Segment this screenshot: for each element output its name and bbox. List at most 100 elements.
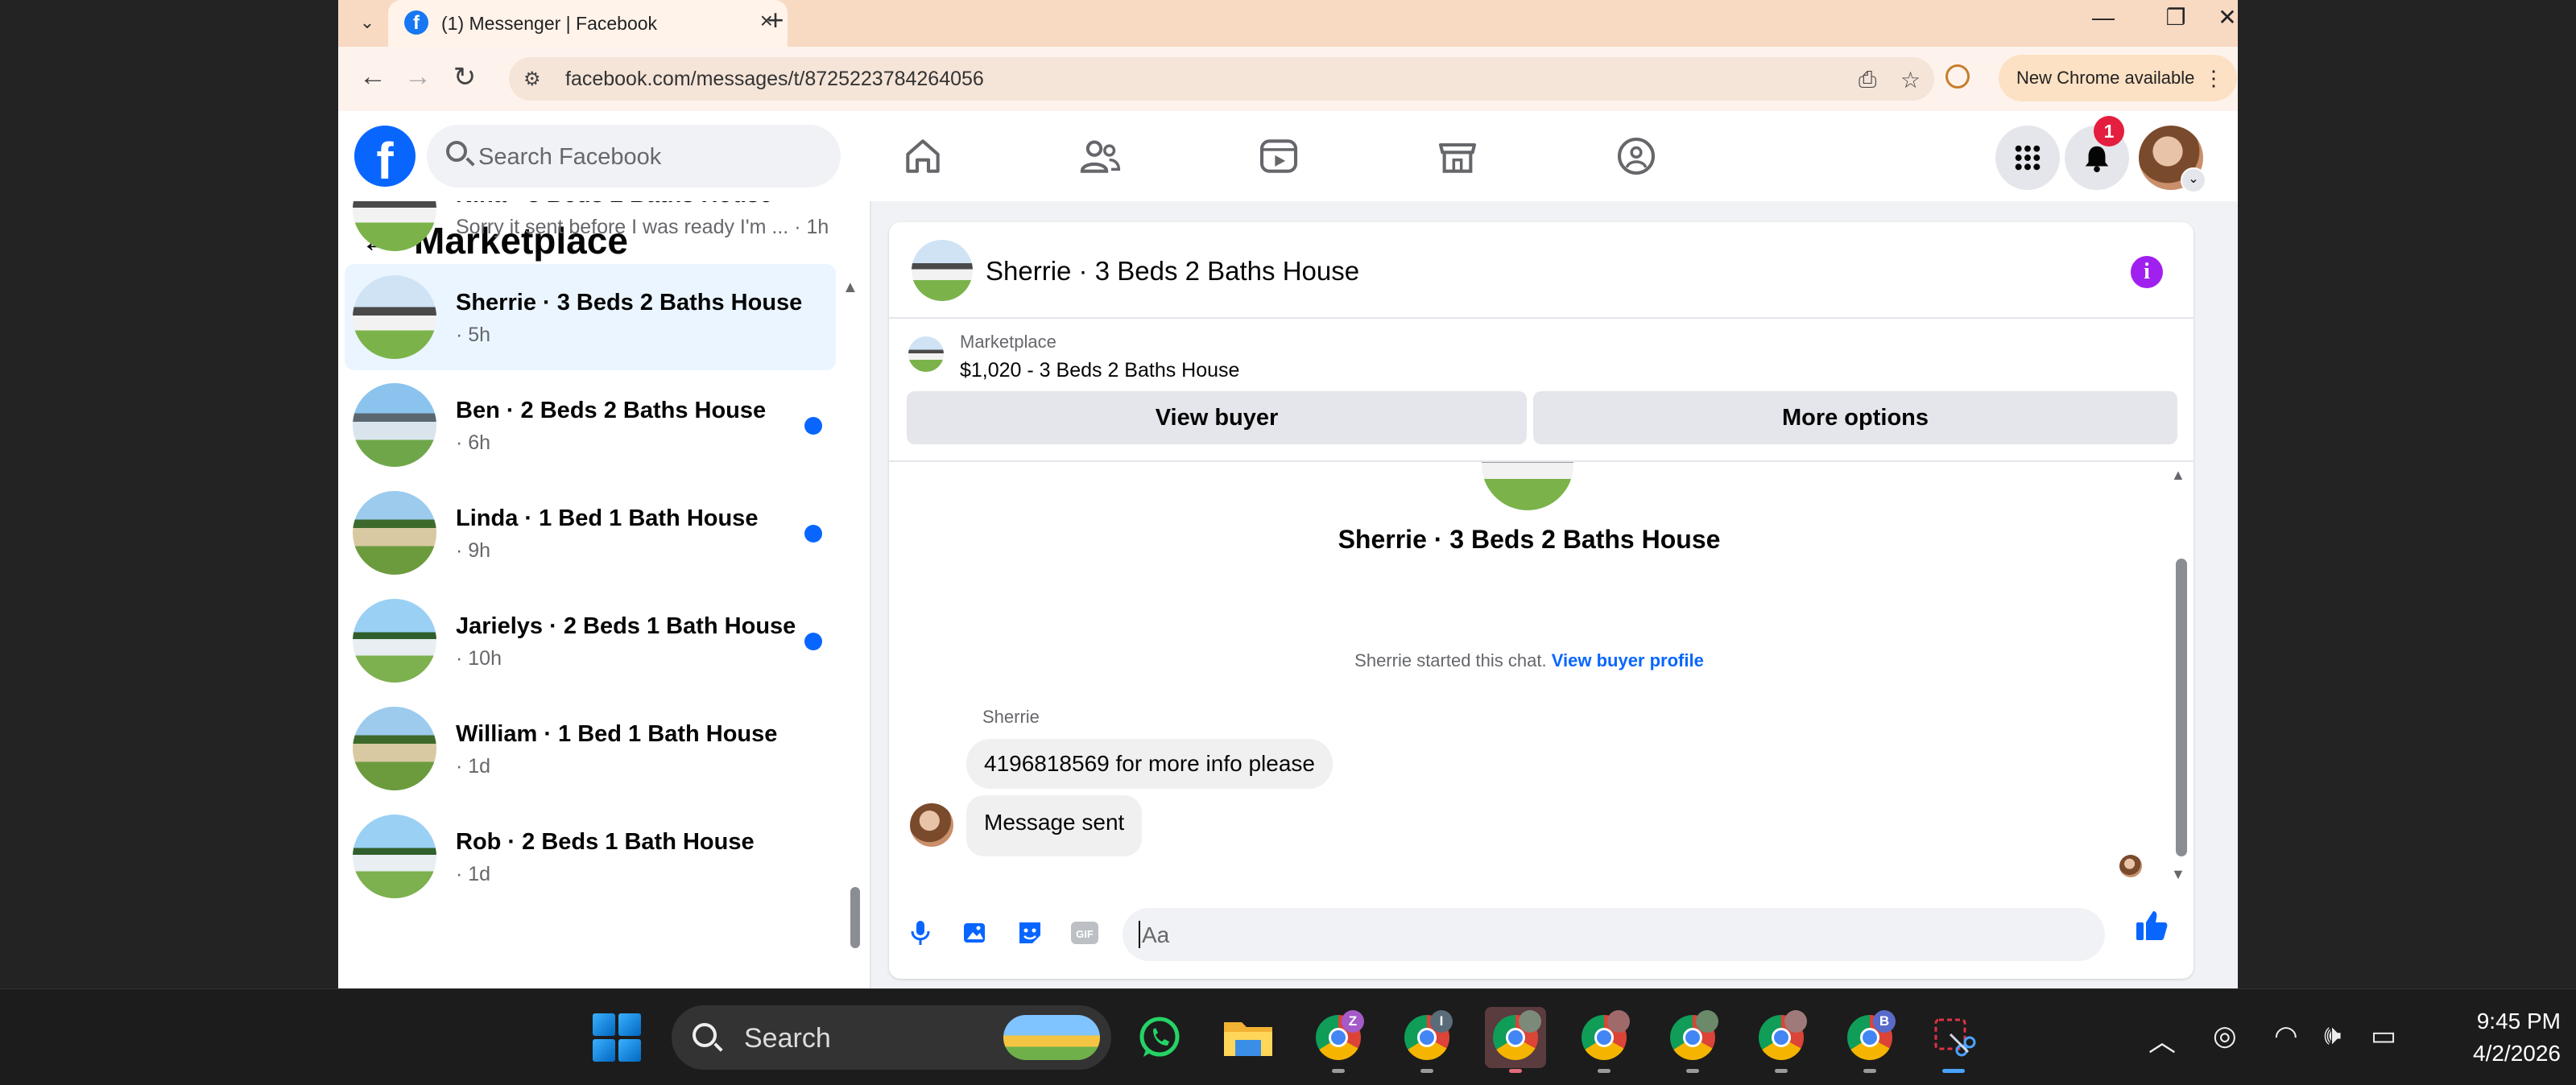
facebook-logo-icon[interactable]: f bbox=[354, 126, 416, 190]
snipping-tool-icon[interactable] bbox=[1923, 1007, 1984, 1073]
address-bar[interactable]: ⚙ facebook.com/messages/t/87252237842640… bbox=[509, 57, 1934, 101]
view-buyer-button[interactable]: View buyer bbox=[907, 391, 1527, 444]
search-highlight-image bbox=[1003, 1015, 1100, 1060]
url-text[interactable]: facebook.com/messages/t/8725223784264056 bbox=[565, 68, 984, 91]
profile-badge: Z bbox=[1342, 1010, 1364, 1033]
sender-name: Sherrie bbox=[982, 707, 1040, 727]
conversation-item[interactable]: Ben · 2 Beds 2 Baths House · 6h bbox=[345, 372, 836, 478]
scroll-down-icon[interactable]: ▼ bbox=[2171, 866, 2185, 883]
conversation-item[interactable]: Linda · 1 Bed 1 Bath House · 9h bbox=[345, 480, 836, 586]
home-icon[interactable] bbox=[900, 134, 945, 179]
system-clock[interactable]: 9:45 PM 4/2/2026 bbox=[2424, 1005, 2561, 1070]
profile-icon[interactable] bbox=[1945, 64, 1970, 89]
tab-search-chevron-icon[interactable]: ⌄ bbox=[351, 6, 383, 39]
new-tab-plus-icon[interactable]: + bbox=[755, 3, 796, 37]
close-window-icon[interactable]: ✕ bbox=[2211, 2, 2238, 42]
conversation-item[interactable]: William · 1 Bed 1 Bath House · 1d bbox=[345, 695, 836, 802]
conversation-item[interactable]: Sherrie · 3 Beds 2 Baths House · 5h bbox=[345, 264, 836, 370]
chrome-profile-icon[interactable]: Z bbox=[1308, 1007, 1369, 1073]
conversation-item[interactable]: Jarielys · 2 Beds 1 Bath House · 10h bbox=[345, 588, 836, 694]
thumbs-up-icon[interactable] bbox=[2134, 908, 2169, 947]
windows-start-icon[interactable] bbox=[593, 1013, 641, 1062]
volume-icon[interactable]: 🕪 bbox=[2324, 1020, 2341, 1051]
whatsapp-icon[interactable] bbox=[1129, 1007, 1190, 1068]
scroll-up-icon[interactable]: ▲ bbox=[842, 278, 858, 297]
message-bubble[interactable]: Message sent bbox=[966, 795, 1143, 856]
restore-icon[interactable]: ❐ bbox=[2144, 2, 2208, 42]
friends-icon[interactable] bbox=[1077, 134, 1123, 179]
chrome-profile-icon[interactable]: B bbox=[1839, 1007, 1900, 1073]
profile-badge: I bbox=[1430, 1010, 1453, 1033]
view-buyer-profile-link[interactable]: View buyer profile bbox=[1552, 650, 1704, 670]
kebab-menu-icon[interactable]: ⋮ bbox=[2203, 55, 2224, 101]
install-app-icon[interactable]: ⎙ bbox=[1859, 67, 1876, 93]
forward-arrow-icon[interactable]: → bbox=[399, 61, 436, 93]
sticker-icon[interactable] bbox=[1011, 914, 1048, 951]
listing-small-thumbnail[interactable] bbox=[908, 336, 944, 372]
menu-grid-icon[interactable] bbox=[1995, 126, 2060, 190]
chrome-profile-icon[interactable] bbox=[1485, 1007, 1546, 1073]
info-icon[interactable]: i bbox=[2131, 256, 2163, 288]
gif-icon[interactable]: GIF bbox=[1066, 914, 1103, 951]
reload-icon[interactable]: ↻ bbox=[446, 61, 483, 93]
chat-started-notice: Sherrie started this chat. View buyer pr… bbox=[889, 650, 2169, 671]
wifi-icon[interactable]: ◠ bbox=[2274, 1020, 2298, 1052]
conversation-item[interactable]: Nina · 3 Beds 2 Baths House Sorry it sent… bbox=[345, 201, 836, 262]
profile-badge bbox=[1519, 1010, 1541, 1033]
message-composer: GIF Aa bbox=[889, 890, 2194, 979]
conversation-thumbnail bbox=[353, 383, 436, 467]
show-hidden-icons-chevron-icon[interactable]: ︿ bbox=[2148, 1020, 2176, 1059]
message-bubble[interactable]: 4196818569 for more info please bbox=[966, 739, 1333, 789]
conversation-item[interactable]: Rob · 2 Beds 1 Bath House · 1d bbox=[345, 803, 836, 910]
conversation-preview: · 5h bbox=[456, 324, 491, 346]
chat-scrollbar[interactable] bbox=[2176, 559, 2187, 856]
bookmark-star-icon[interactable]: ☆ bbox=[1900, 67, 1921, 93]
photo-icon[interactable] bbox=[957, 914, 994, 951]
tab-messenger[interactable]: f (1) Messenger | Facebook × bbox=[388, 0, 788, 47]
new-chrome-available-button[interactable]: New Chrome available ⋮ bbox=[1999, 55, 2237, 101]
conversation-name: Nina · 3 Beds 2 Baths House bbox=[456, 201, 772, 208]
conversation-name: Ben · 2 Beds 2 Baths House bbox=[456, 398, 767, 423]
back-arrow-icon[interactable]: ← bbox=[354, 61, 391, 93]
chat-header[interactable]: Sherrie · 3 Beds 2 Baths House i bbox=[889, 222, 2194, 319]
copilot-icon[interactable]: ◎ bbox=[2213, 1020, 2237, 1052]
message-input[interactable]: Aa bbox=[1123, 908, 2105, 961]
message-input-placeholder: Aa bbox=[1142, 922, 1170, 947]
conversation-thumbnail bbox=[353, 599, 436, 683]
minimize-icon[interactable]: — bbox=[2071, 2, 2136, 42]
scroll-up-icon[interactable]: ▲ bbox=[2171, 467, 2185, 484]
conversation-thumbnail bbox=[353, 707, 436, 790]
chat-header-title[interactable]: Sherrie · 3 Beds 2 Baths House bbox=[986, 256, 1359, 287]
microphone-icon[interactable] bbox=[902, 914, 939, 951]
conversation-name: Linda · 1 Bed 1 Bath House bbox=[456, 505, 759, 531]
facebook-favicon-icon: f bbox=[404, 10, 428, 35]
site-info-icon[interactable]: ⚙ bbox=[523, 68, 541, 91]
facebook-search-input[interactable]: Search Facebook bbox=[427, 125, 841, 188]
marketplace-conversation-list: ← Marketplace ▲ Nina · 3 Beds 2 Baths Ho… bbox=[338, 201, 871, 988]
unread-dot bbox=[804, 633, 822, 650]
tab-title: (1) Messenger | Facebook bbox=[441, 13, 658, 34]
more-options-button[interactable]: More options bbox=[1533, 391, 2177, 444]
listing-thumbnail[interactable] bbox=[912, 240, 973, 301]
chrome-profile-icon[interactable] bbox=[1751, 1007, 1812, 1073]
chrome-profile-icon[interactable] bbox=[1573, 1007, 1635, 1073]
running-indicator bbox=[1775, 1069, 1788, 1073]
facebook-top-bar: f Search Facebook 1 ⌄ bbox=[338, 111, 2238, 203]
conversation-name: William · 1 Bed 1 Bath House bbox=[456, 721, 778, 747]
chrome-profile-icon[interactable]: I bbox=[1396, 1007, 1458, 1073]
listing-card: Marketplace $1,020 - 3 Beds 2 Baths Hous… bbox=[889, 319, 2194, 462]
taskbar-search-box[interactable]: Search bbox=[672, 1005, 1111, 1070]
battery-icon[interactable]: ▭ bbox=[2371, 1020, 2396, 1052]
conversation-thumbnail bbox=[353, 201, 436, 251]
video-icon[interactable] bbox=[1256, 134, 1301, 179]
sidebar-scrollbar[interactable] bbox=[850, 887, 860, 948]
listing-price[interactable]: $1,020 - 3 Beds 2 Baths House bbox=[960, 359, 1239, 382]
chevron-down-icon[interactable]: ⌄ bbox=[2181, 167, 2206, 193]
marketplace-icon[interactable] bbox=[1435, 134, 1480, 179]
chrome-profile-icon[interactable] bbox=[1662, 1007, 1723, 1073]
clock-time: 9:45 PM bbox=[2476, 1009, 2561, 1033]
listing-hero-image bbox=[1482, 462, 1573, 510]
file-explorer-icon[interactable] bbox=[1218, 1007, 1279, 1068]
active-indicator bbox=[1942, 1069, 1965, 1073]
groups-icon[interactable] bbox=[1614, 134, 1659, 179]
